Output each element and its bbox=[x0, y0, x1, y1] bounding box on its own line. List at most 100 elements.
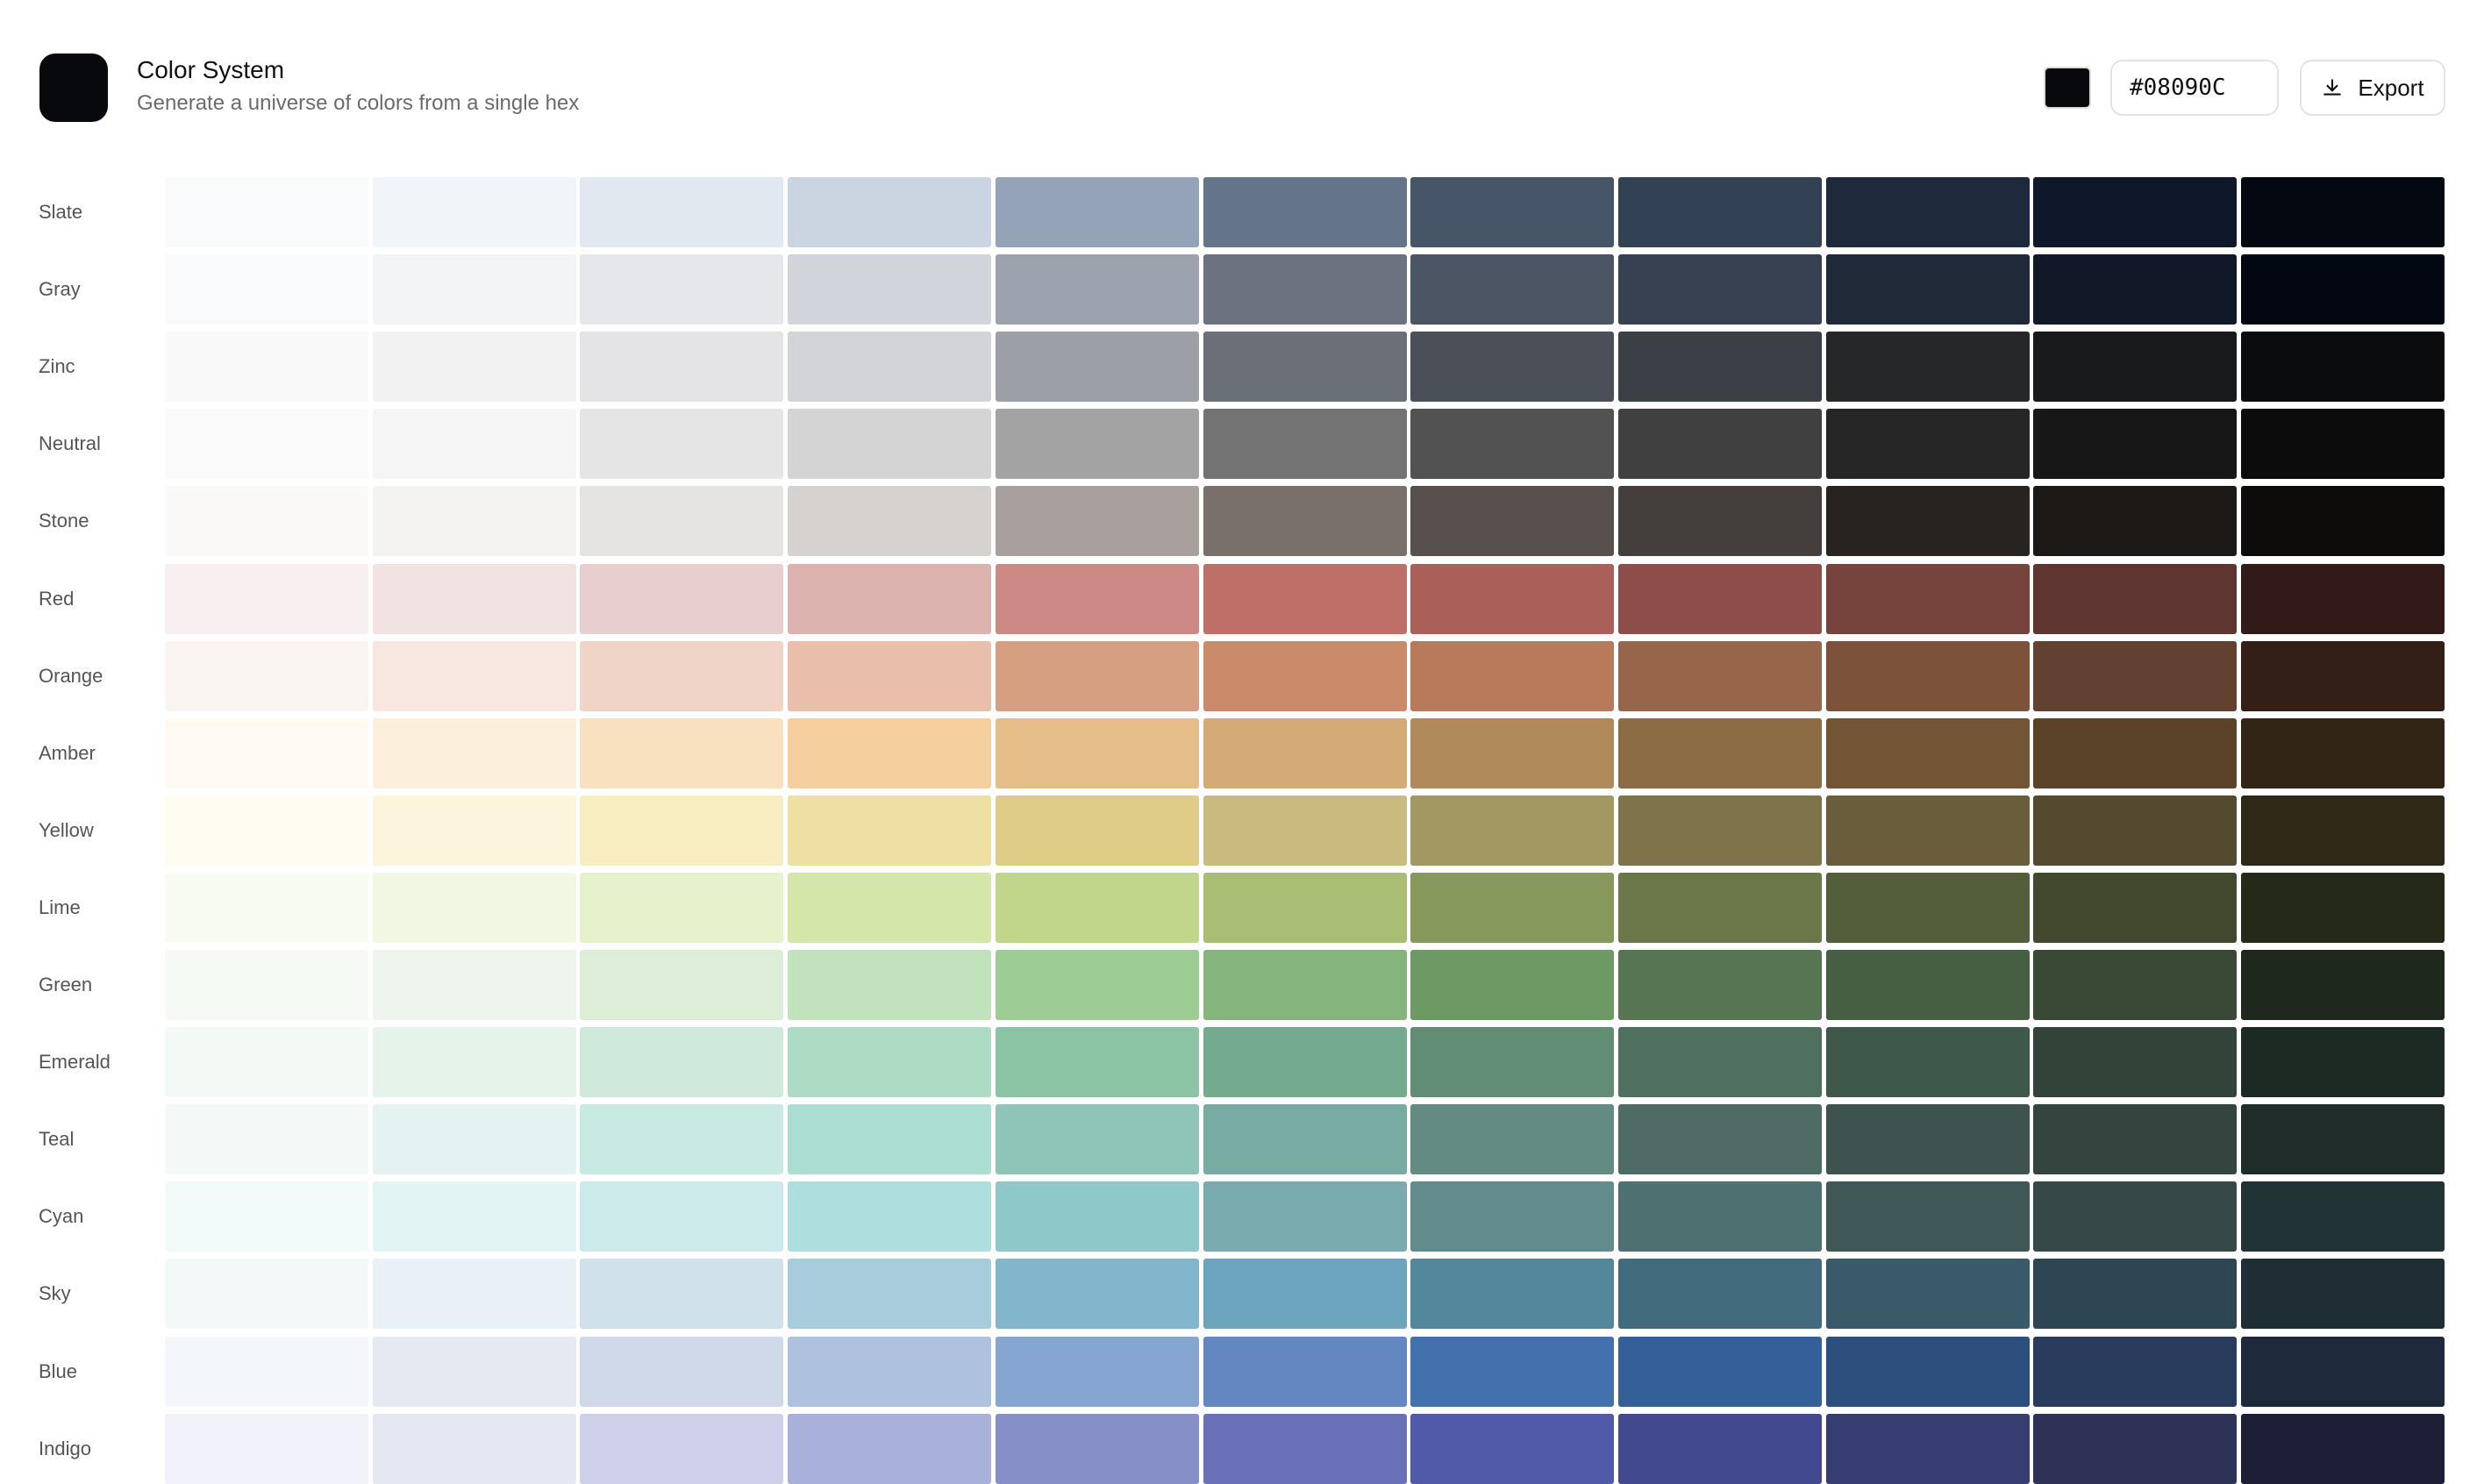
color-swatch[interactable] bbox=[788, 1181, 992, 1252]
color-swatch[interactable] bbox=[2241, 409, 2445, 480]
color-swatch[interactable] bbox=[2241, 563, 2445, 634]
color-swatch[interactable] bbox=[1410, 717, 1615, 788]
color-swatch[interactable] bbox=[1203, 717, 1407, 788]
base-color-swatch[interactable] bbox=[2044, 67, 2091, 109]
color-swatch[interactable] bbox=[1203, 332, 1407, 403]
color-swatch[interactable] bbox=[580, 254, 784, 325]
color-swatch[interactable] bbox=[1617, 1027, 1822, 1098]
color-swatch[interactable] bbox=[1617, 1336, 1822, 1407]
color-swatch[interactable] bbox=[580, 872, 784, 943]
color-swatch[interactable] bbox=[1617, 872, 1822, 943]
color-swatch[interactable] bbox=[372, 950, 576, 1020]
color-swatch[interactable] bbox=[1617, 563, 1822, 634]
color-swatch[interactable] bbox=[788, 486, 992, 557]
color-swatch[interactable] bbox=[165, 1027, 368, 1098]
color-swatch[interactable] bbox=[2241, 1413, 2445, 1484]
color-swatch[interactable] bbox=[1203, 795, 1407, 866]
color-swatch[interactable] bbox=[165, 563, 368, 634]
color-swatch[interactable] bbox=[2241, 872, 2445, 943]
color-swatch[interactable] bbox=[995, 1181, 1199, 1252]
hex-input[interactable] bbox=[2110, 60, 2279, 116]
color-swatch[interactable] bbox=[2033, 332, 2238, 403]
color-swatch[interactable] bbox=[1203, 1027, 1407, 1098]
color-swatch[interactable] bbox=[995, 640, 1199, 711]
color-swatch[interactable] bbox=[1825, 332, 2030, 403]
color-swatch[interactable] bbox=[1617, 1259, 1822, 1330]
color-swatch[interactable] bbox=[1203, 1336, 1407, 1407]
color-swatch[interactable] bbox=[1410, 409, 1615, 480]
color-swatch[interactable] bbox=[165, 409, 368, 480]
color-swatch[interactable] bbox=[2241, 950, 2445, 1020]
color-swatch[interactable] bbox=[1617, 486, 1822, 557]
color-swatch[interactable] bbox=[372, 717, 576, 788]
color-swatch[interactable] bbox=[1617, 332, 1822, 403]
color-swatch[interactable] bbox=[1825, 1259, 2030, 1330]
color-swatch[interactable] bbox=[1203, 486, 1407, 557]
color-swatch[interactable] bbox=[165, 177, 368, 247]
color-swatch[interactable] bbox=[1203, 640, 1407, 711]
color-swatch[interactable] bbox=[372, 409, 576, 480]
color-swatch[interactable] bbox=[2241, 1181, 2445, 1252]
color-swatch[interactable] bbox=[2033, 563, 2238, 634]
color-swatch[interactable] bbox=[995, 795, 1199, 866]
color-swatch[interactable] bbox=[788, 1027, 992, 1098]
color-swatch[interactable] bbox=[995, 950, 1199, 1020]
color-swatch[interactable] bbox=[2033, 1104, 2238, 1175]
color-swatch[interactable] bbox=[788, 640, 992, 711]
color-swatch[interactable] bbox=[1410, 332, 1615, 403]
color-swatch[interactable] bbox=[1410, 640, 1615, 711]
color-swatch[interactable] bbox=[2033, 640, 2238, 711]
color-swatch[interactable] bbox=[1203, 1259, 1407, 1330]
color-swatch[interactable] bbox=[1825, 1027, 2030, 1098]
color-swatch[interactable] bbox=[788, 332, 992, 403]
color-swatch[interactable] bbox=[1825, 1413, 2030, 1484]
color-swatch[interactable] bbox=[1410, 950, 1615, 1020]
color-swatch[interactable] bbox=[788, 872, 992, 943]
color-swatch[interactable] bbox=[1825, 640, 2030, 711]
color-swatch[interactable] bbox=[165, 872, 368, 943]
color-swatch[interactable] bbox=[1203, 872, 1407, 943]
color-swatch[interactable] bbox=[372, 640, 576, 711]
color-swatch[interactable] bbox=[1203, 409, 1407, 480]
color-swatch[interactable] bbox=[1410, 486, 1615, 557]
color-swatch[interactable] bbox=[165, 1104, 368, 1175]
color-swatch[interactable] bbox=[995, 1027, 1199, 1098]
color-swatch[interactable] bbox=[2241, 1104, 2445, 1175]
color-swatch[interactable] bbox=[1825, 872, 2030, 943]
color-swatch[interactable] bbox=[372, 563, 576, 634]
color-swatch[interactable] bbox=[165, 950, 368, 1020]
color-swatch[interactable] bbox=[580, 640, 784, 711]
color-swatch[interactable] bbox=[2033, 872, 2238, 943]
color-swatch[interactable] bbox=[1617, 1413, 1822, 1484]
color-swatch[interactable] bbox=[372, 1413, 576, 1484]
color-swatch[interactable] bbox=[2241, 177, 2445, 247]
color-swatch[interactable] bbox=[995, 1104, 1199, 1175]
color-swatch[interactable] bbox=[995, 872, 1199, 943]
color-swatch[interactable] bbox=[2033, 717, 2238, 788]
color-swatch[interactable] bbox=[2241, 717, 2445, 788]
color-swatch[interactable] bbox=[372, 254, 576, 325]
color-swatch[interactable] bbox=[1410, 254, 1615, 325]
color-swatch[interactable] bbox=[995, 254, 1199, 325]
color-swatch[interactable] bbox=[1617, 254, 1822, 325]
color-swatch[interactable] bbox=[1617, 1104, 1822, 1175]
color-swatch[interactable] bbox=[1825, 563, 2030, 634]
color-swatch[interactable] bbox=[1410, 1336, 1615, 1407]
color-swatch[interactable] bbox=[995, 1336, 1199, 1407]
color-swatch[interactable] bbox=[580, 950, 784, 1020]
color-swatch[interactable] bbox=[1617, 409, 1822, 480]
color-swatch[interactable] bbox=[995, 177, 1199, 247]
color-swatch[interactable] bbox=[165, 795, 368, 866]
color-swatch[interactable] bbox=[1825, 1181, 2030, 1252]
color-swatch[interactable] bbox=[580, 1259, 784, 1330]
color-swatch[interactable] bbox=[580, 177, 784, 247]
color-swatch[interactable] bbox=[165, 1336, 368, 1407]
color-swatch[interactable] bbox=[1410, 1259, 1615, 1330]
color-swatch[interactable] bbox=[995, 409, 1199, 480]
color-swatch[interactable] bbox=[1825, 1104, 2030, 1175]
color-swatch[interactable] bbox=[1410, 1104, 1615, 1175]
color-swatch[interactable] bbox=[372, 872, 576, 943]
color-swatch[interactable] bbox=[1410, 1413, 1615, 1484]
color-swatch[interactable] bbox=[580, 795, 784, 866]
color-swatch[interactable] bbox=[165, 1181, 368, 1252]
